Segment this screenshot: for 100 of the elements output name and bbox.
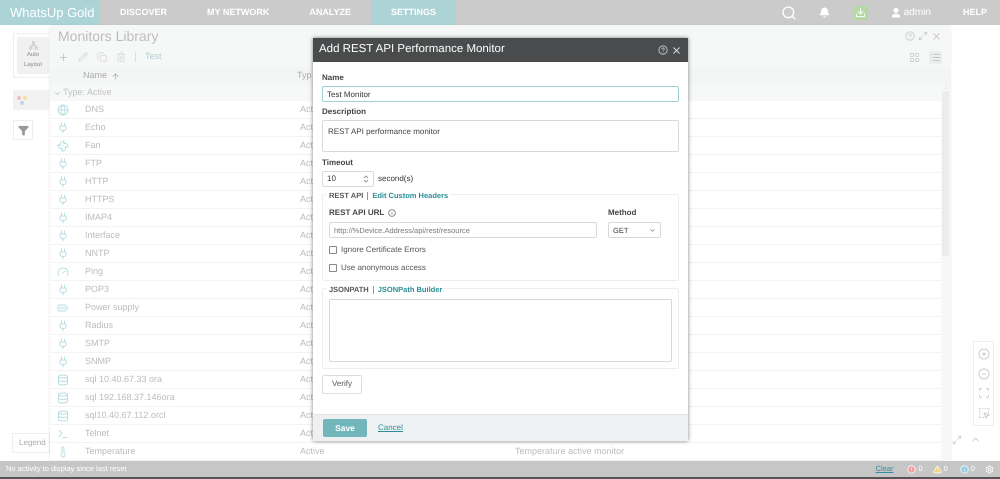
table-cell: Act [300,428,314,438]
field-label: Timeout [322,157,354,169]
globe-icon [57,104,69,116]
plug-icon [57,176,69,188]
database-icon [57,392,69,404]
expand-icon[interactable] [952,434,962,444]
color-tool-button[interactable] [13,90,49,110]
checkbox[interactable] [329,246,337,254]
user-icon[interactable] [890,6,902,18]
download-button[interactable] [854,6,868,20]
trash-icon[interactable] [116,52,126,62]
plug-icon [57,212,69,224]
info-icon[interactable] [388,209,396,218]
filter-text[interactable]: Test [145,50,162,64]
table-cell: Ping [85,266,104,276]
select-icon[interactable] [978,407,990,420]
panel-title: Monitors Library [58,26,158,46]
plug-icon [57,338,69,350]
error-icon [907,464,916,474]
table-cell: DNS [85,104,104,114]
table-cell: Act [300,140,314,150]
list-view-button[interactable] [929,50,942,64]
fan-icon [57,140,69,152]
bell-icon[interactable] [818,7,830,18]
app-logo[interactable]: WhatsUp Gold [0,0,100,25]
edit-icon[interactable] [78,52,88,62]
plug-icon [57,122,69,134]
expand-icon[interactable] [918,31,928,41]
table-cell: Act [300,158,314,168]
table-cell: Act [300,374,314,384]
column-header[interactable]: Name [83,69,297,83]
network-icon [28,41,38,50]
verify-button[interactable]: Verify [322,374,362,394]
database-icon [57,410,69,422]
info-icon [960,464,969,474]
table-cell: Echo [85,122,106,132]
table-cell: Power supply [85,302,140,312]
table-cell: Telnet [85,428,110,438]
table-cell: Act [300,248,314,258]
zoom-out-icon[interactable] [978,368,990,380]
chevron-down-icon [649,226,656,234]
scroll-up-icon[interactable] [942,85,948,91]
table-cell: SMTP [85,338,110,348]
plug-icon [57,248,69,260]
help-icon[interactable] [658,45,668,55]
terminal-icon [57,428,69,440]
table-cell: sql 192.168.37.146ora [85,392,175,402]
checkbox-label: Ignore Certificate Errors [341,244,426,256]
field-label: Description [322,106,368,118]
name-field[interactable]: Test Monitor [322,86,679,102]
timeout-spinner[interactable]: 10 [322,171,374,187]
column-header[interactable]: Typ [297,69,312,83]
add-icon[interactable] [58,52,69,62]
copy-icon[interactable] [97,52,107,62]
table-cell: NNTP [85,248,110,258]
plug-icon [57,320,69,332]
nav-tab[interactable]: SETTINGS [371,0,456,25]
jsonpath-field[interactable] [329,298,672,362]
field-label: Name [322,72,345,84]
cancel-link[interactable]: Cancel [378,422,403,434]
checkbox-label: Use anonymous access [341,262,426,274]
table-cell: Radius [85,320,114,330]
table-cell: Act [300,176,314,186]
settings-icon[interactable] [985,464,994,474]
table-cell: Temperature [85,446,136,456]
fit-icon[interactable] [978,387,990,400]
unit-label: second(s) [378,173,414,185]
plug-icon [57,230,69,242]
dots-icon [16,95,28,105]
table-cell: HTTP [85,176,108,186]
table-cell: Act [300,266,314,276]
table-cell: Act [300,410,314,420]
table-cell: Act [300,194,314,204]
table-cell: Act [300,392,314,402]
group-header[interactable]: Type: Active [63,86,112,100]
table-cell: Act [300,302,314,312]
table-cell: Interface [85,230,120,240]
table-cell: Act [300,338,314,348]
search-icon[interactable] [780,4,797,20]
zoom-in-icon[interactable] [978,348,990,360]
gauge-icon [57,266,69,278]
table-cell: FTP [85,158,102,168]
table-cell: Act [300,284,314,294]
table-cell: SNMP [85,356,112,366]
save-button[interactable]: Save [323,419,367,437]
table-cell: Act [300,104,314,114]
database-icon [57,374,69,386]
table-cell: Act [300,320,314,330]
filter-button[interactable] [13,120,33,140]
table-cell: Act [300,212,314,222]
grid-view-icon[interactable] [909,52,920,62]
table-cell: Fan [85,140,101,150]
legend-button[interactable]: Legend [12,433,50,453]
spinner-arrows-icon[interactable] [363,174,369,184]
field-label: REST API URL [329,207,384,220]
close-icon[interactable] [671,44,682,56]
sort-arrow-icon[interactable] [111,72,120,80]
description-field[interactable]: REST API performance monitor [322,120,679,152]
checkbox[interactable] [329,264,337,272]
table-cell: Temperature active monitor [515,446,624,457]
